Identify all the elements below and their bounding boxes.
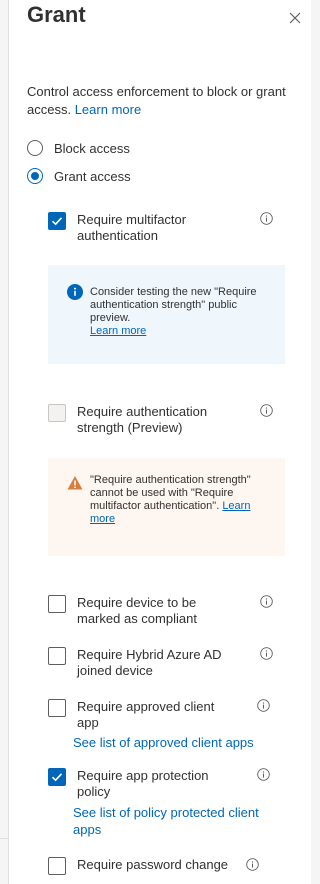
auth-strength-checkbox (48, 404, 66, 422)
close-icon (289, 12, 301, 24)
info-icon (260, 212, 273, 225)
radio-grant-access[interactable]: Grant access (27, 166, 131, 186)
password-change-checkbox[interactable] (48, 857, 66, 875)
app-protection-checkbox[interactable] (48, 768, 66, 786)
policy-protected-apps-link[interactable]: See list of policy protected client apps (73, 804, 273, 838)
grant-access-radio[interactable] (27, 168, 43, 184)
app-protection-label: Require app protection policy (77, 768, 209, 799)
mfa-info-text: Consider testing the new "Require authen… (90, 286, 257, 324)
info-icon (260, 595, 273, 608)
learn-more-link[interactable]: Learn more (75, 102, 141, 117)
hybrid-device-label: Require Hybrid Azure AD joined device (77, 647, 222, 678)
hybrid-info-icon[interactable] (260, 647, 273, 660)
warning-icon (67, 475, 83, 491)
app-protection-info-icon[interactable] (257, 768, 270, 781)
mfa-info-learn-more-link[interactable]: Learn more (90, 325, 146, 337)
auth-strength-warning-message: "Require authentication strength" cannot… (48, 458, 285, 556)
compliant-device-label: Require device to be marked as compliant (77, 595, 197, 626)
approved-client-app-checkbox[interactable] (48, 699, 66, 717)
password-change-info-icon[interactable] (246, 858, 259, 871)
approved-app-info-icon[interactable] (257, 699, 270, 712)
auth-strength-info-icon[interactable] (260, 404, 273, 417)
auth-strength-label: Require authentication strength (Preview… (77, 404, 208, 435)
password-change-control: Require password change (48, 857, 288, 877)
grant-panel: Grant Control access enforcement to bloc… (8, 0, 311, 884)
info-icon (257, 768, 270, 781)
compliant-device-control: Require device to be marked as compliant (48, 595, 288, 631)
radio-block-access[interactable]: Block access (27, 138, 130, 158)
hybrid-device-control: Require Hybrid Azure AD joined device (48, 647, 288, 683)
approved-client-app-control: Require approved client app See list of … (48, 699, 288, 753)
info-icon (260, 647, 273, 660)
panel-title: Grant (27, 2, 86, 27)
compliant-info-icon[interactable] (260, 595, 273, 608)
app-protection-control: Require app protection policy See list o… (48, 768, 288, 838)
info-icon (246, 858, 259, 871)
page-background (0, 0, 8, 884)
info-icon (257, 699, 270, 712)
info-filled-icon (67, 284, 83, 300)
checkmark-icon (51, 773, 63, 782)
mfa-info-text-block: Consider testing the new "Require authen… (90, 286, 260, 338)
auth-strength-control: Require authentication strength (Preview… (48, 404, 288, 440)
mfa-info-icon[interactable] (260, 212, 273, 225)
mfa-info-message: Consider testing the new "Require authen… (48, 265, 285, 364)
mfa-control: Require multifactor authentication (48, 212, 288, 248)
approved-client-app-label: Require approved client app (77, 699, 215, 730)
password-change-label: Require password change (77, 857, 229, 872)
compliant-device-checkbox[interactable] (48, 595, 66, 613)
mfa-checkbox[interactable] (48, 212, 66, 230)
block-access-radio[interactable] (27, 140, 43, 156)
hybrid-device-checkbox[interactable] (48, 647, 66, 665)
info-icon (260, 404, 273, 417)
block-access-label: Block access (54, 140, 130, 156)
panel-description: Control access enforcement to block or g… (27, 83, 297, 119)
mfa-label: Require multifactor authentication (77, 212, 187, 243)
grant-access-label: Grant access (54, 168, 131, 184)
close-button[interactable] (285, 8, 305, 28)
warning-text-block: "Require authentication strength" cannot… (90, 474, 260, 526)
description-text: Control access enforcement to block or g… (27, 84, 286, 117)
checkmark-icon (51, 217, 63, 226)
approved-client-apps-link[interactable]: See list of approved client apps (73, 734, 283, 751)
